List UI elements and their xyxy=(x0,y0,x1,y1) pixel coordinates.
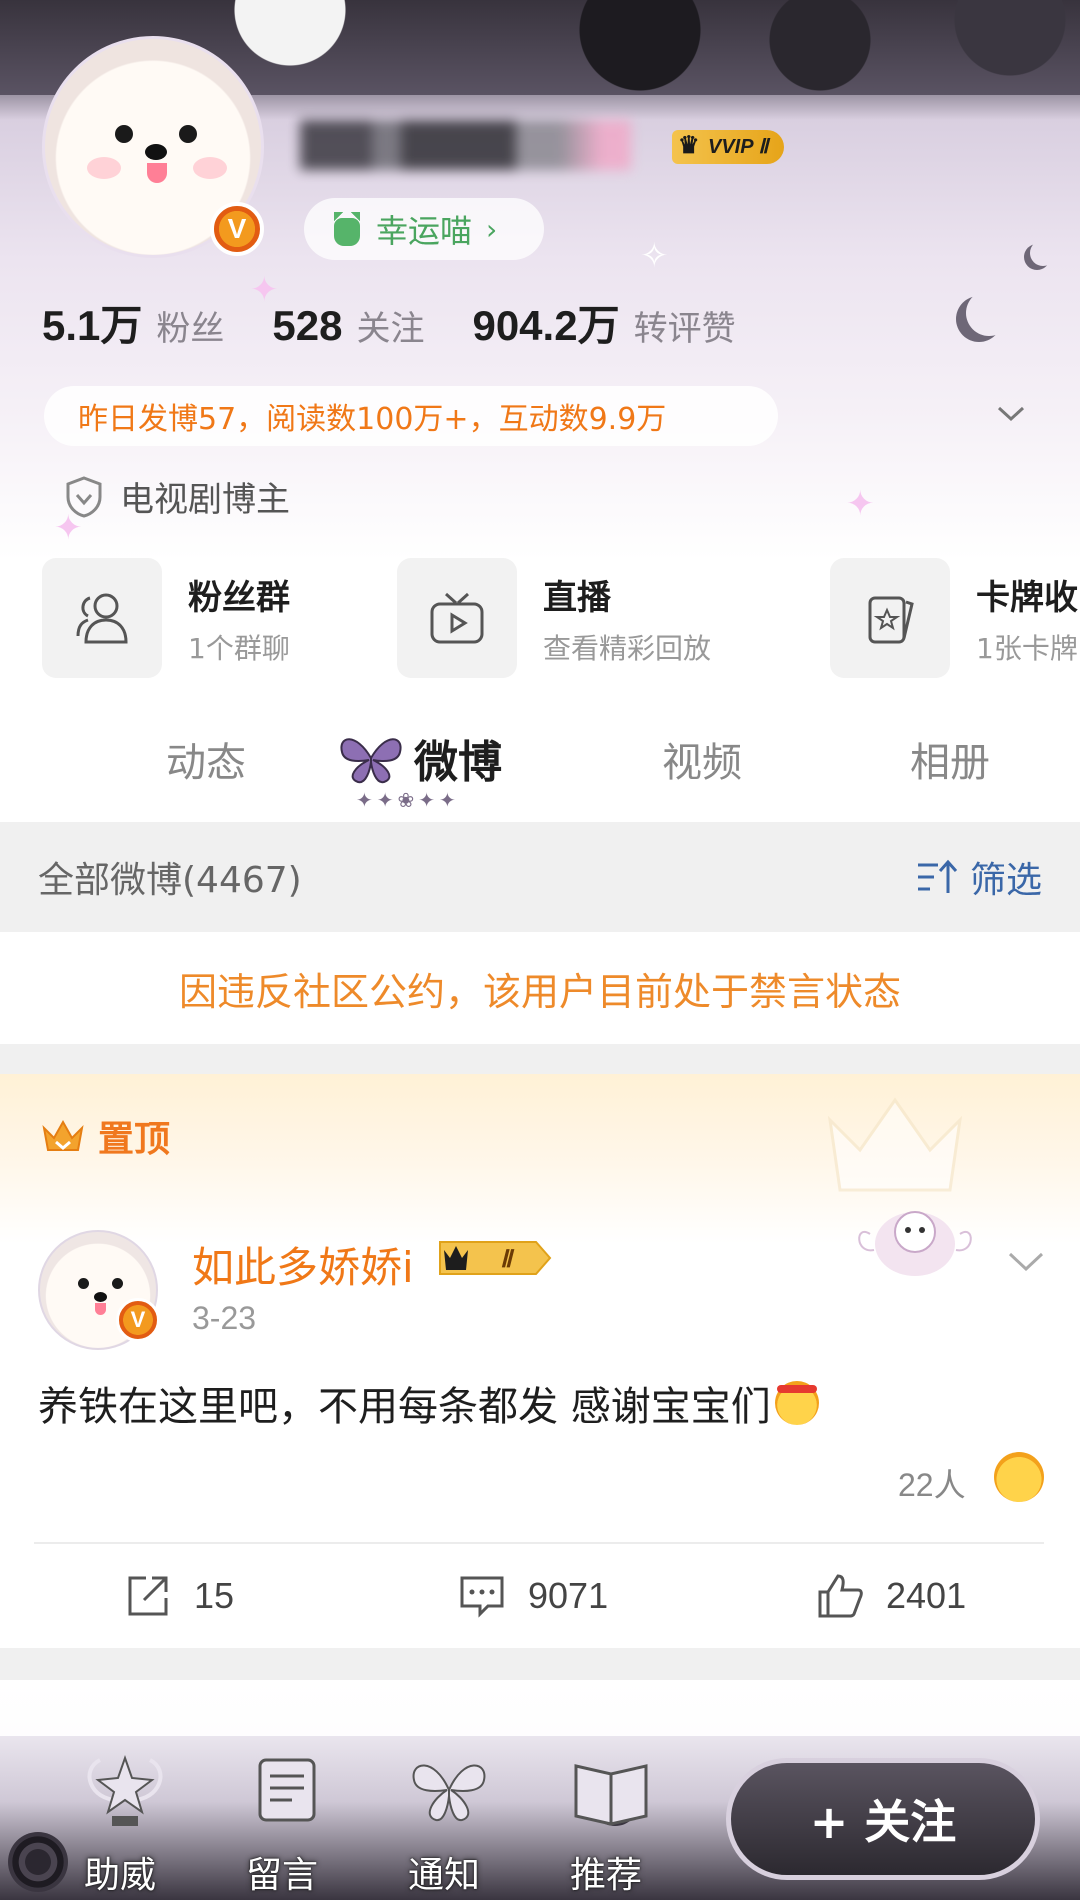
chevron-down-icon[interactable] xyxy=(1006,1244,1046,1278)
tab-album[interactable]: 相册 xyxy=(910,730,990,788)
tv-icon xyxy=(430,592,484,644)
section-gap xyxy=(0,1648,1080,1680)
comment-icon xyxy=(460,1576,504,1618)
bottom-notify[interactable]: 通知 xyxy=(384,1736,504,1900)
pinned-label: 置顶 xyxy=(98,1119,171,1160)
section-gap xyxy=(0,1044,1080,1074)
pinned-post-card[interactable]: 置顶 V 如此多娇娇i Ⅱ 3-23 养铁在这里吧，不用每条都发 感谢宝宝们 2… xyxy=(0,1074,1080,1648)
butterfly-icon xyxy=(340,738,402,784)
shortcut-fan-group[interactable]: 粉丝群 1个群聊 xyxy=(42,558,290,678)
stat-followers[interactable]: 5.1万 粉丝 xyxy=(42,292,224,353)
filter-label: 筛选 xyxy=(969,860,1042,901)
shortcut-icon-box xyxy=(397,558,517,678)
shortcut-icon-box xyxy=(42,558,162,678)
book-icon xyxy=(574,1764,648,1826)
stat-interactions[interactable]: 904.2万 转评赞 xyxy=(472,292,735,353)
profile-stats: 5.1万 粉丝 528 关注 904.2万 转评赞 xyxy=(42,292,784,353)
lucky-cat-icon xyxy=(332,212,362,246)
thumbs-up-icon xyxy=(818,1574,863,1618)
moon-icon xyxy=(966,290,1012,336)
crown-icon xyxy=(42,1119,84,1151)
post-content-text: 养铁在这里吧，不用每条都发 感谢宝宝们 xyxy=(38,1384,771,1430)
creator-tag-label: 电视剧博主 xyxy=(120,480,290,520)
crown-icon: ♛ xyxy=(678,132,700,159)
group-icon xyxy=(76,593,128,644)
like-count: 2401 xyxy=(886,1575,967,1616)
activity-summary[interactable]: 昨日发博57，阅读数100万+，互动数9.9万 xyxy=(44,386,778,446)
moon-icon xyxy=(1030,240,1056,266)
shortcut-live[interactable]: 直播 查看精彩回放 xyxy=(397,558,711,678)
follow-button[interactable]: + 关注 xyxy=(726,1758,1040,1880)
vvip-badge[interactable]: ♛ VVIP Ⅱ xyxy=(672,130,785,164)
trophy-icon xyxy=(87,1754,163,1826)
profile-tabs: 动态 微博 视频 相册 xyxy=(0,720,1080,820)
repost-count: 15 xyxy=(194,1575,235,1616)
repost-button[interactable]: 15 xyxy=(124,1572,234,1620)
banned-notice-text: 因违反社区公约，该用户目前处于禁言状态 xyxy=(178,969,901,1014)
laughing-emoji-icon[interactable] xyxy=(994,1452,1044,1502)
sparkle-icon: ✧ xyxy=(640,236,669,276)
share-icon xyxy=(128,1576,168,1616)
angel-sticker-icon xyxy=(858,1211,972,1276)
shortcut-icon-box xyxy=(830,558,950,678)
activity-summary-text: 昨日发博57，阅读数100万+，互动数9.9万 xyxy=(78,402,667,437)
bottom-cheer[interactable]: 助威 xyxy=(60,1736,180,1900)
rose-decoration-icon xyxy=(8,1832,68,1892)
tab-video[interactable]: 视频 xyxy=(662,730,742,788)
tab-weibo[interactable]: 微博 xyxy=(414,726,502,790)
chevron-right-icon: › xyxy=(486,212,498,246)
bottom-message[interactable]: 留言 xyxy=(222,1736,342,1900)
tab-active-ornament: ✦✦❀✦✦ xyxy=(356,788,460,812)
sparkle-icon: ✦ xyxy=(846,484,875,524)
weibo-count-title: 全部微博(4467) xyxy=(38,860,302,901)
butterfly-bell-icon xyxy=(412,1764,486,1822)
filter-button[interactable]: 筛选 xyxy=(916,851,1042,903)
bottom-recommend[interactable]: 推荐 xyxy=(546,1736,666,1900)
scroll-icon xyxy=(258,1758,316,1822)
shield-icon xyxy=(66,475,102,518)
card-icon xyxy=(868,596,914,644)
like-button[interactable]: 2401 xyxy=(816,1572,966,1620)
username-blurred xyxy=(300,120,660,170)
reaction-count[interactable]: 22人 xyxy=(898,1460,966,1506)
post-date: 3-23 xyxy=(192,1300,257,1336)
weibo-list-header: 全部微博(4467) 筛选 xyxy=(0,822,1080,932)
tab-feed[interactable]: 动态 xyxy=(166,730,246,788)
member-level-badge-icon: Ⅱ xyxy=(439,1241,552,1275)
profile-shortcuts: 粉丝群 1个群聊 直播 查看精彩回放 卡牌收 1张卡牌 xyxy=(42,558,1080,678)
pinned-indicator: 置顶 xyxy=(40,1110,170,1162)
lucky-cat-label: 幸运喵 xyxy=(376,212,473,250)
comment-count: 9071 xyxy=(528,1575,609,1616)
profile-avatar[interactable]: V xyxy=(42,36,264,258)
post-divider xyxy=(34,1542,1044,1544)
post-author-name[interactable]: 如此多娇娇i xyxy=(192,1234,414,1295)
verified-badge-icon: V xyxy=(116,1298,160,1342)
comment-button[interactable]: 9071 xyxy=(458,1572,608,1620)
follow-button-label: + 关注 xyxy=(809,1795,957,1849)
creator-tag[interactable]: 电视剧博主 xyxy=(64,472,290,521)
post-content: 养铁在这里吧，不用每条都发 感谢宝宝们 xyxy=(38,1374,819,1432)
banned-notice: 因违反社区公约，该用户目前处于禁言状态 xyxy=(0,932,1080,1044)
grateful-emoji-icon xyxy=(774,1381,819,1425)
shortcut-card-collection[interactable]: 卡牌收 1张卡牌 xyxy=(830,558,1078,678)
lucky-cat-chip[interactable]: 幸运喵 › xyxy=(304,198,544,260)
chevron-down-icon[interactable] xyxy=(996,398,1026,428)
stat-following[interactable]: 528 关注 xyxy=(272,301,424,350)
verified-badge-icon: V xyxy=(210,202,264,256)
filter-sort-icon xyxy=(917,859,958,893)
